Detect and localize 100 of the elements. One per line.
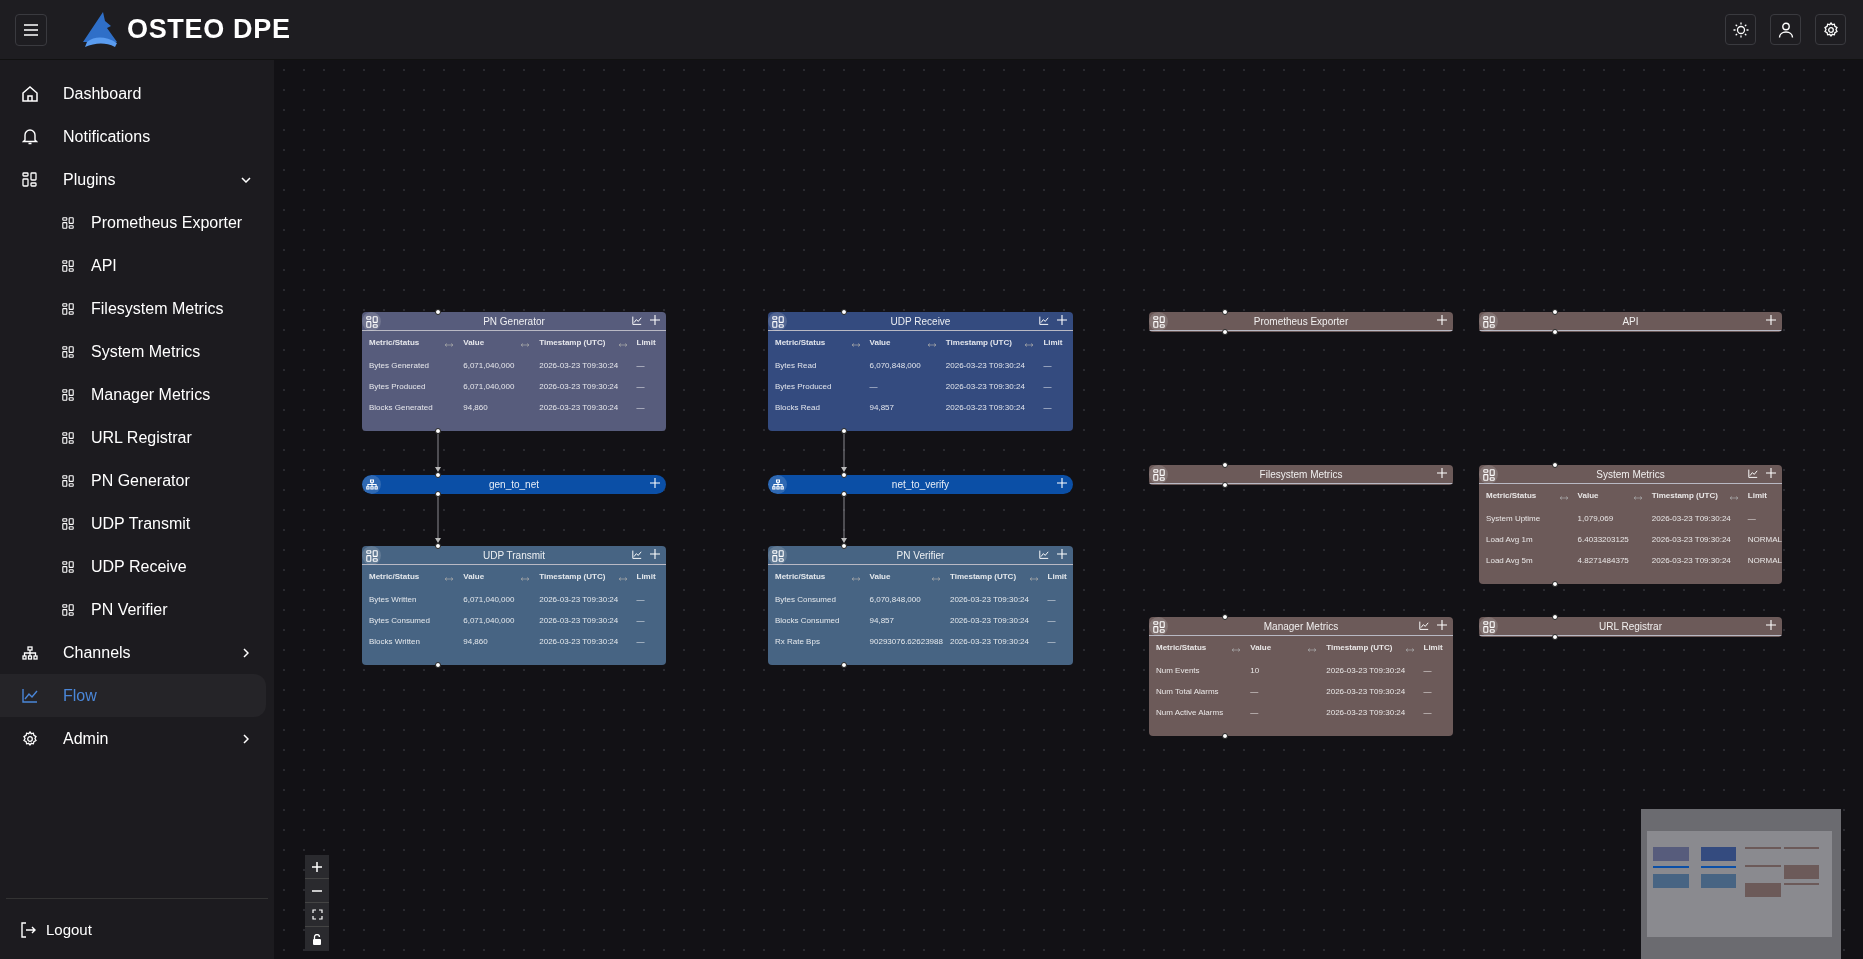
sidebar-subitem[interactable]: System Metrics <box>0 330 266 373</box>
logout-link[interactable]: Logout <box>6 918 268 941</box>
add-button[interactable] <box>1437 468 1447 478</box>
sidebar-item[interactable]: Admin <box>0 717 266 760</box>
connection-handle[interactable] <box>1552 329 1558 335</box>
theme-button[interactable] <box>1725 14 1756 45</box>
column-header: Limit <box>1747 490 1767 502</box>
sidebar-item[interactable]: Plugins <box>0 158 266 201</box>
sidebar-label: Filesystem Metrics <box>91 298 224 319</box>
table-cell: 6,071,040,000 <box>463 594 515 604</box>
channel-node[interactable]: net_to_verify <box>768 475 1073 494</box>
resize-icon <box>521 577 530 581</box>
add-button[interactable] <box>1437 620 1447 630</box>
add-button[interactable] <box>1766 315 1776 325</box>
table-cell: Blocks Generated <box>369 402 433 412</box>
plugin-node[interactable]: Prometheus Exporter <box>1149 312 1453 332</box>
plugin-node[interactable] <box>1479 465 1782 584</box>
minimap-node <box>1653 874 1689 889</box>
add-button[interactable] <box>1057 315 1067 325</box>
connection-handle[interactable] <box>841 472 847 478</box>
sidebar-subitem[interactable]: Manager Metrics <box>0 373 266 416</box>
plugin-node[interactable]: Manager Metrics Metric/Status Value Timestamp (UTC) Limit Num Events 10 2026-03-23 T09:30:24 — Num Total Alarms — 2026-03-23 T09:30:24 — Num Active Alarms — 2026-03-23 T09:30:24 — <box>1149 617 1453 736</box>
connection-handle[interactable] <box>841 491 847 497</box>
sidebar-subitem[interactable]: URL Registrar <box>0 416 266 459</box>
sidebar-item[interactable]: Notifications <box>0 115 266 158</box>
grid-icon <box>1152 468 1165 481</box>
settings-button[interactable] <box>1815 14 1846 45</box>
table-cell: 2026-03-23 T09:30:24 <box>539 402 619 412</box>
resize-icon <box>445 343 454 347</box>
connection-handle[interactable] <box>1222 733 1228 739</box>
add-button[interactable] <box>1057 478 1067 488</box>
connection-handle[interactable] <box>435 662 441 668</box>
connection-handle[interactable] <box>435 491 441 497</box>
connection-handle[interactable] <box>435 309 441 315</box>
add-button[interactable] <box>1437 315 1447 325</box>
table-cell: NORMAL <box>1747 555 1782 565</box>
plugin-node[interactable]: UDP Receive Metric/Status Value Timestamp (UTC) Limit Bytes Read 6,070,848,000 2026-03-23 T09:30:24 — Bytes Produced — 2026-03-23 T09:30:24 — Blocks Read 94,857 2026-03-23 T09:30:24 — <box>768 312 1073 431</box>
connection-handle[interactable] <box>1222 614 1228 620</box>
table-cell: 4.8271484375 <box>1577 555 1629 565</box>
connection-handle[interactable] <box>841 309 847 315</box>
sidebar-label: UDP Transmit <box>91 513 191 534</box>
sidebar-subitem[interactable]: Prometheus Exporter <box>0 201 266 244</box>
logo-icon <box>81 11 119 48</box>
column-header: Timestamp (UTC) <box>539 337 606 349</box>
table-cell: — <box>636 360 645 370</box>
connection-handle[interactable] <box>1222 462 1228 468</box>
add-button[interactable] <box>1766 468 1776 478</box>
table-cell: Num Total Alarms <box>1156 686 1219 696</box>
menu-button[interactable] <box>15 13 47 46</box>
plugin-node[interactable]: API <box>1479 312 1782 332</box>
plugin-node[interactable]: Filesystem Metrics <box>1149 465 1453 485</box>
chart-button[interactable] <box>1748 468 1758 478</box>
plugin-node[interactable]: URL Registrar <box>1479 617 1782 637</box>
chart-button[interactable] <box>1039 549 1049 559</box>
profile-button[interactable] <box>1770 14 1801 45</box>
chart-button[interactable] <box>1419 620 1429 630</box>
add-button[interactable] <box>650 549 660 559</box>
connection-handle[interactable] <box>435 428 441 434</box>
plugin-node[interactable] <box>362 312 666 431</box>
connection-handle[interactable] <box>841 428 847 434</box>
sidebar-subitem[interactable]: PN Verifier <box>0 588 266 631</box>
minimap-node <box>1700 866 1737 869</box>
sidebar-subitem[interactable]: PN Generator <box>0 459 266 502</box>
connection-handle[interactable] <box>1552 634 1558 640</box>
chart-button[interactable] <box>632 315 642 325</box>
connection-handle[interactable] <box>1552 581 1558 587</box>
table-cell: Rx Rate Bps <box>775 636 820 646</box>
sidebar-subitem[interactable]: API <box>0 244 266 287</box>
node-title: Manager Metrics <box>1263 619 1339 634</box>
connection-handle[interactable] <box>435 543 441 549</box>
connection-handle[interactable] <box>1222 309 1228 315</box>
sidebar-subitem[interactable]: UDP Receive <box>0 545 266 588</box>
connection-handle[interactable] <box>1552 462 1558 468</box>
connection-handle[interactable] <box>841 543 847 549</box>
table-cell: 2026-03-23 T09:30:24 <box>945 360 1025 370</box>
connection-handle[interactable] <box>1222 329 1228 335</box>
sidebar-item[interactable]: Flow <box>0 674 266 717</box>
add-button[interactable] <box>1057 549 1067 559</box>
plus-icon <box>311 860 323 873</box>
connection-handle[interactable] <box>1222 482 1228 488</box>
add-button[interactable] <box>650 478 660 488</box>
connection-handle[interactable] <box>1552 614 1558 620</box>
sidebar-item[interactable]: Channels <box>0 631 266 674</box>
chart-button[interactable] <box>632 549 642 559</box>
plugin-node[interactable] <box>768 546 1073 665</box>
connection-handle[interactable] <box>435 472 441 478</box>
plugin-node[interactable] <box>362 546 666 665</box>
chart-button[interactable] <box>1039 315 1049 325</box>
minus-icon <box>311 889 323 892</box>
sidebar-subitem[interactable]: Filesystem Metrics <box>0 287 266 330</box>
channel-node[interactable]: gen_to_net <box>362 475 666 494</box>
connection-handle[interactable] <box>1552 309 1558 315</box>
add-button[interactable] <box>1766 620 1776 630</box>
table-cell: Bytes Produced <box>775 381 832 391</box>
connection-handle[interactable] <box>841 662 847 668</box>
add-button[interactable] <box>650 315 660 325</box>
sidebar-item[interactable]: Dashboard <box>0 72 266 115</box>
sidebar-subitem[interactable]: UDP Transmit <box>0 502 266 545</box>
resize-icon <box>851 577 860 581</box>
chevron-down-icon <box>241 176 251 183</box>
